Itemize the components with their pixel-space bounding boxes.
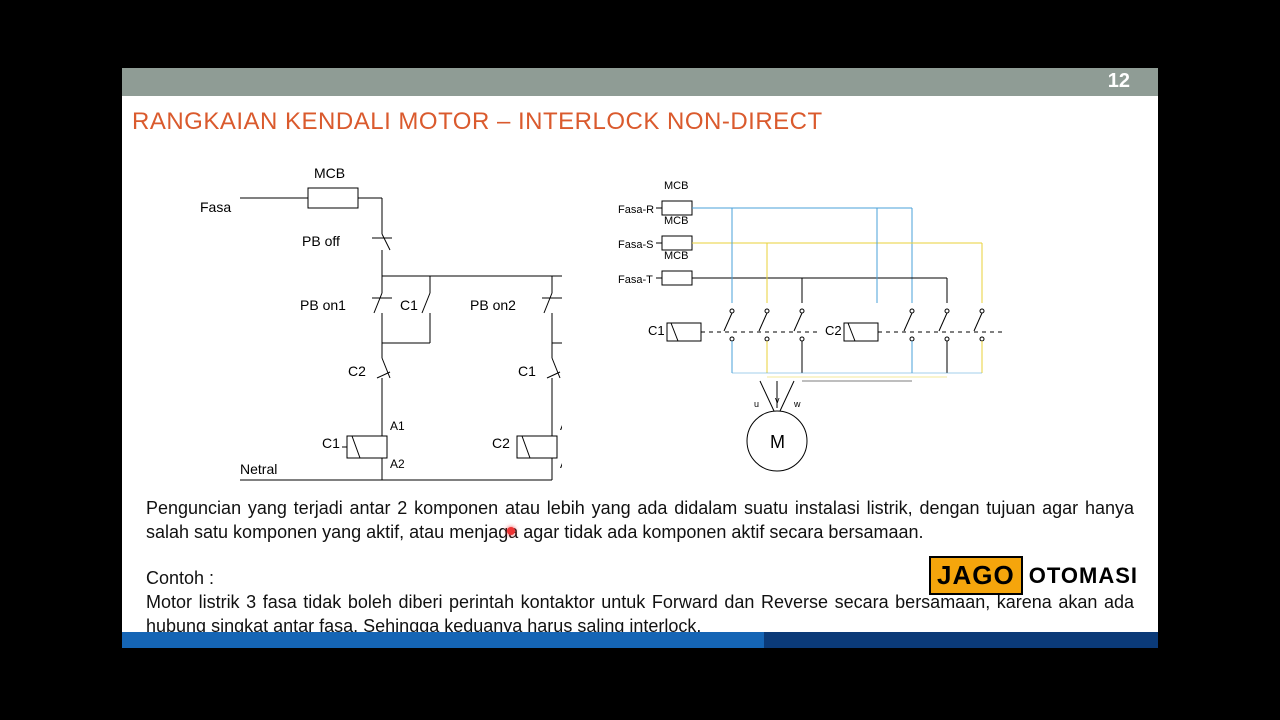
label-w: w — [793, 399, 801, 409]
label-fasas: Fasa-S — [618, 239, 653, 251]
label-netral: Netral — [240, 461, 277, 477]
top-bar: 12 — [122, 68, 1158, 96]
label-pbon2: PB on2 — [470, 297, 516, 313]
stage: 12 RANGKAIAN KENDALI MOTOR – INTERLOCK N… — [0, 0, 1280, 720]
label-mcb1: MCB — [664, 180, 688, 192]
slide-title: RANGKAIAN KENDALI MOTOR – INTERLOCK NON-… — [132, 108, 823, 136]
bottom-strip — [122, 632, 1158, 648]
label-pbon1: PB on1 — [300, 297, 346, 313]
logo-primary: JAGO — [929, 556, 1023, 595]
label-fasar: Fasa-R — [618, 204, 654, 216]
control-circuit-diagram: MCB Fasa PB off PB on1 C1 — [182, 158, 562, 488]
label-c2coil: C2 — [492, 435, 510, 451]
paragraph-1: Penguncian yang terjadi antar 2 komponen… — [146, 496, 1134, 545]
page-number: 12 — [1108, 70, 1130, 93]
label-pboff: PB off — [302, 233, 340, 249]
label-c1nc: C1 — [518, 363, 536, 379]
label-mcb3: MCB — [664, 250, 688, 262]
label-motor: M — [770, 432, 785, 452]
power-circuit-diagram: Fasa-R MCB Fasa-S MCB Fasa-T MCB — [612, 163, 1042, 493]
label-c1coil: C1 — [322, 435, 340, 451]
laser-pointer-icon — [507, 527, 515, 535]
label-fasa: Fasa — [200, 199, 231, 215]
label-c2p: C2 — [825, 323, 842, 338]
logo-secondary: OTOMASI — [1029, 563, 1138, 589]
slide: 12 RANGKAIAN KENDALI MOTOR – INTERLOCK N… — [122, 68, 1158, 648]
label-c1p: C1 — [648, 323, 665, 338]
label-u: u — [754, 399, 759, 409]
label-v: v — [775, 395, 780, 405]
label-mcb: MCB — [314, 165, 345, 181]
label-a2a: A2 — [390, 457, 405, 471]
label-c1b: C1 — [400, 297, 418, 313]
label-mcb2: MCB — [664, 215, 688, 227]
label-a2b: A2 — [560, 457, 562, 471]
brand-logo: JAGO OTOMASI — [929, 556, 1138, 595]
label-a1a: A1 — [390, 419, 405, 433]
label-fasat: Fasa-T — [618, 274, 653, 286]
label-a1b: A1 — [560, 419, 562, 433]
label-c2nc: C2 — [348, 363, 366, 379]
